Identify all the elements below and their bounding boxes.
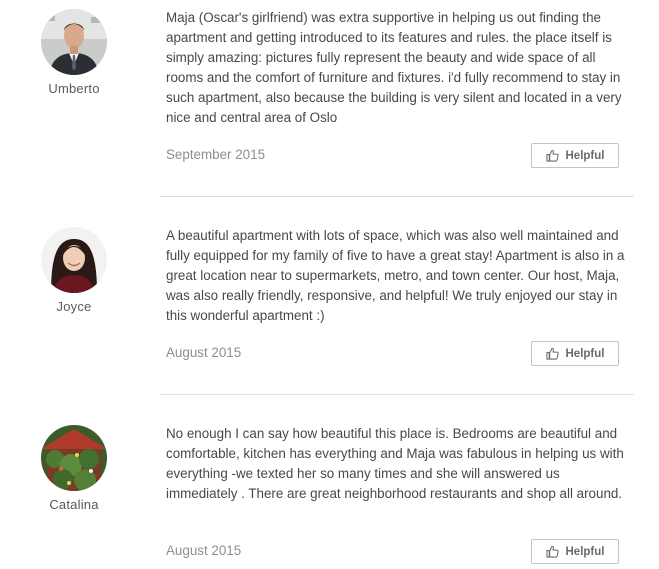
review-text: Maja (Oscar's girlfriend) was extra supp… [166, 10, 622, 125]
review-date: September 2015 [166, 147, 266, 162]
review-date: August 2015 [166, 543, 242, 558]
divider [160, 196, 634, 197]
reviewer-profile[interactable]: Joyce [36, 227, 112, 314]
avatar[interactable] [41, 425, 107, 491]
reviewer-name[interactable]: Joyce [36, 299, 112, 314]
thumbs-up-icon [545, 545, 559, 558]
helpful-button[interactable]: Helpful [531, 143, 619, 168]
reviewer-name[interactable]: Catalina [36, 497, 112, 512]
reviewer-name[interactable]: Umberto [36, 81, 112, 96]
helpful-button-label: Helpful [565, 347, 605, 360]
divider [160, 394, 634, 395]
review-text: A beautiful apartment with lots of space… [166, 228, 625, 323]
thumbs-up-icon [545, 347, 559, 360]
avatar[interactable] [41, 227, 107, 293]
helpful-button[interactable]: Helpful [531, 341, 619, 366]
helpful-button-label: Helpful [565, 149, 605, 162]
avatar[interactable] [41, 9, 107, 75]
reviewer-profile[interactable]: Catalina [36, 425, 112, 512]
helpful-button[interactable]: Helpful [531, 539, 619, 564]
review-date: August 2015 [166, 345, 242, 360]
reviewer-profile[interactable]: Umberto [36, 9, 112, 96]
review-text: No enough I can say how beautiful this p… [166, 426, 624, 501]
helpful-button-label: Helpful [565, 545, 605, 558]
thumbs-up-icon [545, 149, 559, 162]
